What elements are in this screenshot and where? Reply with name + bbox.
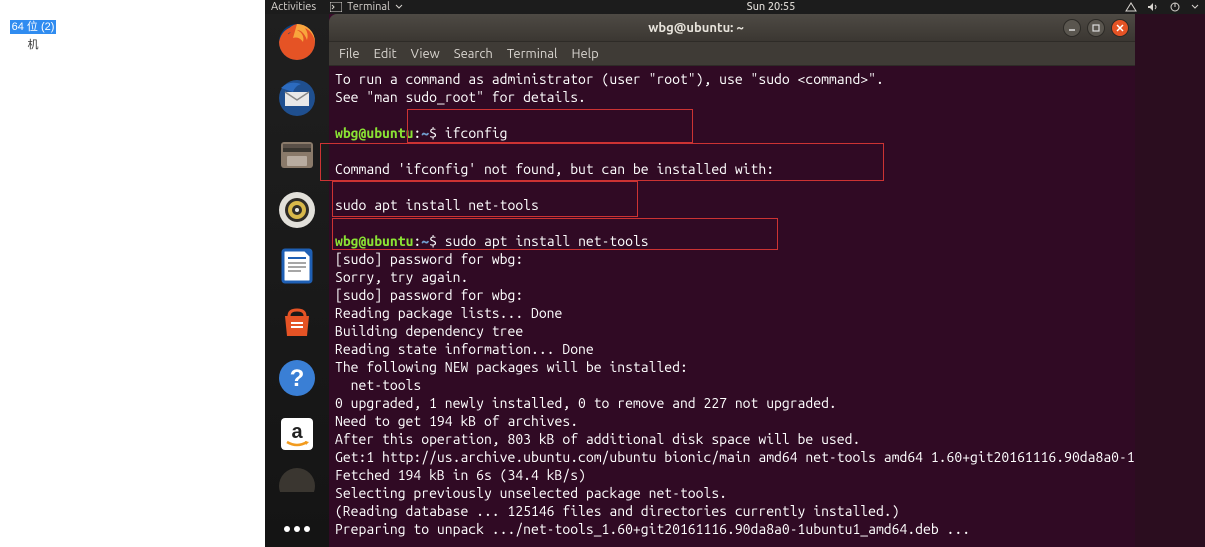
- prompt-host: ubuntu: [366, 233, 413, 249]
- close-icon: [1115, 23, 1125, 33]
- svg-text:a: a: [291, 421, 303, 443]
- prompt-dollar: $: [429, 125, 437, 141]
- clock[interactable]: Sun 20:55: [747, 1, 796, 13]
- menu-edit[interactable]: Edit: [374, 47, 397, 61]
- terminal-line: Get:1 http://us.archive.ubuntu.com/ubunt…: [335, 448, 1129, 466]
- ubuntu-desktop: Activities Terminal Sun 20:55: [265, 0, 1205, 547]
- svg-text:?: ?: [290, 365, 305, 392]
- amazon-icon: a: [277, 414, 317, 454]
- shortcut-label-line2: 机: [6, 36, 60, 52]
- ubuntu-software-icon: [277, 302, 317, 342]
- files-icon: [277, 134, 317, 174]
- terminal-line: 0 upgraded, 1 newly installed, 0 to remo…: [335, 394, 1129, 412]
- terminal-line: After this operation, 803 kB of addition…: [335, 430, 1129, 448]
- ubuntu-dock[interactable]: ? a: [265, 14, 329, 547]
- system-tray[interactable]: [1125, 2, 1199, 12]
- launcher-terminal[interactable]: [273, 466, 321, 492]
- terminal-menubar[interactable]: File Edit View Search Terminal Help: [329, 42, 1135, 66]
- dot-icon: [284, 526, 290, 532]
- terminal-output[interactable]: To run a command as administrator (user …: [329, 66, 1135, 547]
- terminal-line: Selecting previously unselected package …: [335, 484, 1129, 502]
- terminal-line: Need to get 194 kB of archives.: [335, 412, 1129, 430]
- minimize-icon: [1067, 23, 1077, 33]
- focused-app-name: Terminal: [347, 1, 390, 13]
- window-title: wbg@ubuntu: ~: [329, 21, 1063, 35]
- launcher-rhythmbox[interactable]: [273, 186, 321, 234]
- terminal-line: net-tools: [335, 376, 1129, 394]
- menu-search[interactable]: Search: [454, 47, 493, 61]
- launcher-firefox[interactable]: [273, 18, 321, 66]
- host-desktop-pane: 64 位 (2) 机: [0, 0, 80, 500]
- chevron-down-icon: [395, 3, 403, 11]
- firefox-icon: [277, 22, 317, 62]
- menu-terminal[interactable]: Terminal: [507, 47, 558, 61]
- prompt-line: wbg@ubuntu:~$ sudo apt install net-tools: [335, 232, 1129, 250]
- command-text: sudo apt install net-tools: [437, 233, 649, 249]
- menu-help[interactable]: Help: [571, 47, 598, 61]
- gnome-top-bar[interactable]: Activities Terminal Sun 20:55: [265, 0, 1205, 14]
- dot-icon: [294, 526, 300, 532]
- window-close-button[interactable]: [1111, 19, 1129, 37]
- terminal-line: Command 'ifconfig' not found, but can be…: [335, 160, 1129, 178]
- terminal-line: [sudo] password for wbg:: [335, 286, 1129, 304]
- terminal-line: sudo apt install net-tools: [335, 196, 1129, 214]
- launcher-ubuntu-software[interactable]: [273, 298, 321, 346]
- terminal-line: Reading package lists... Done: [335, 304, 1129, 322]
- terminal-launcher-icon: [277, 466, 317, 492]
- rhythmbox-icon: [277, 190, 317, 230]
- window-titlebar[interactable]: wbg@ubuntu: ~: [329, 14, 1135, 42]
- menu-view[interactable]: View: [411, 47, 440, 61]
- terminal-line: Building dependency tree: [335, 322, 1129, 340]
- terminal-line: Sorry, try again.: [335, 268, 1129, 286]
- terminal-line: [335, 142, 1129, 160]
- terminal-window[interactable]: wbg@ubuntu: ~ File Edit View Search Term…: [329, 14, 1135, 547]
- terminal-line: [sudo] password for wbg:: [335, 250, 1129, 268]
- terminal-app-icon: [330, 2, 342, 12]
- prompt-host: ubuntu: [366, 125, 413, 141]
- volume-icon: [1147, 2, 1159, 12]
- show-applications-button[interactable]: [273, 517, 321, 541]
- terminal-line: (Reading database ... 125146 files and d…: [335, 502, 1129, 520]
- maximize-icon: [1091, 23, 1101, 33]
- shortcut-label: 64 位 (2): [10, 20, 57, 34]
- focused-app-indicator[interactable]: Terminal: [330, 1, 403, 13]
- window-minimize-button[interactable]: [1063, 19, 1081, 37]
- prompt-user: wbg: [335, 233, 359, 249]
- thunderbird-icon: [277, 78, 317, 118]
- terminal-line: See "man sudo_root" for details.: [335, 88, 1129, 106]
- activities-button[interactable]: Activities: [271, 1, 316, 13]
- launcher-thunderbird[interactable]: [273, 74, 321, 122]
- terminal-line: [335, 214, 1129, 232]
- terminal-line: [335, 178, 1129, 196]
- prompt-path: ~: [421, 233, 429, 249]
- prompt-path: ~: [421, 125, 429, 141]
- terminal-line: Fetched 194 kB in 6s (34.4 kB/s): [335, 466, 1129, 484]
- terminal-line: To run a command as administrator (user …: [335, 70, 1129, 88]
- prompt-dollar: $: [429, 233, 437, 249]
- launcher-amazon[interactable]: a: [273, 410, 321, 458]
- prompt-user: wbg: [335, 125, 359, 141]
- terminal-line: The following NEW packages will be insta…: [335, 358, 1129, 376]
- terminal-line: [335, 106, 1129, 124]
- launcher-help[interactable]: ?: [273, 354, 321, 402]
- launcher-files[interactable]: [273, 130, 321, 178]
- terminal-line: Preparing to unpack .../net-tools_1.60+g…: [335, 520, 1129, 538]
- libreoffice-writer-icon: [277, 246, 317, 286]
- menu-file[interactable]: File: [339, 47, 360, 61]
- network-icon: [1125, 2, 1137, 12]
- desktop-shortcut[interactable]: 64 位 (2) 机: [6, 3, 60, 52]
- terminal-line: Reading state information... Done: [335, 340, 1129, 358]
- power-icon: [1169, 2, 1181, 12]
- prompt-line: wbg@ubuntu:~$ ifconfig: [335, 124, 1129, 142]
- help-icon: ?: [277, 358, 317, 398]
- dot-icon: [304, 526, 310, 532]
- command-text: ifconfig: [437, 125, 508, 141]
- chevron-down-icon: [1191, 3, 1199, 11]
- shortcut-icon: [6, 3, 54, 17]
- launcher-libreoffice-writer[interactable]: [273, 242, 321, 290]
- window-maximize-button[interactable]: [1087, 19, 1105, 37]
